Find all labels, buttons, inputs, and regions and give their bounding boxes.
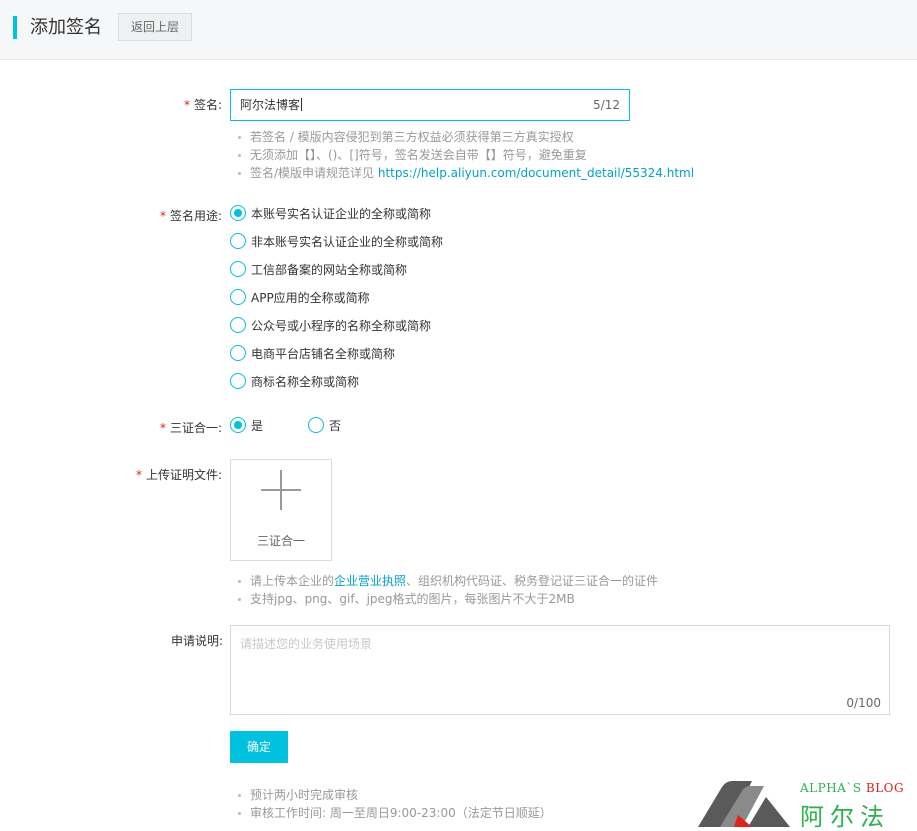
tip-item: 签名/模版申请规范详见 https://help.aliyun.com/docu… [236,164,694,182]
upload-label: * 上传证明文件: [136,468,223,482]
tip-item: 请上传本企业的企业营业执照、组织机构代码证、税务登记证三证合一的证件 [236,572,658,590]
confirm-button[interactable]: 确定 [230,731,288,763]
three-in-one-label: * 三证合一: [160,421,223,435]
usage-option-3[interactable]: APP应用的全称或简称 [230,288,370,306]
upload-tips: 请上传本企业的企业营业执照、组织机构代码证、税务登记证三证合一的证件 支持jpg… [236,572,658,608]
tip-item: 无须添加【】、()、[]符号，签名发送会自带【】符号，避免重复 [236,146,694,164]
description-textarea[interactable]: 请描述您的业务使用场景 0/100 [230,625,890,715]
alpha-logo-icon [698,781,790,827]
radio-icon [230,289,246,305]
radio-icon [308,417,324,433]
back-button[interactable]: 返回上层 [118,13,193,41]
usage-option-2[interactable]: 工信部备案的网站全称或简称 [230,260,407,278]
tip-item: 预计两小时完成审核 [236,786,552,804]
required-mark: * [160,209,166,223]
spec-doc-link[interactable]: https://help.aliyun.com/document_detail/… [378,166,694,180]
watermark-cn: 阿尔法 [800,803,890,831]
description-char-count: 0/100 [846,696,881,710]
radio-icon [230,261,246,277]
radio-icon [230,317,246,333]
watermark-en: ALPHA`S BLOG [800,781,905,795]
tip-item: 审核工作时间: 周一至周日9:00-23:00（法定节日顺延） [236,804,552,822]
usage-option-4[interactable]: 公众号或小程序的名称全称或简称 [230,316,431,334]
radio-icon [230,373,246,389]
radio-checked-icon [230,417,246,433]
usage-option-0[interactable]: 本账号实名认证企业的全称或简称 [230,204,431,222]
signature-tips: 若签名 / 模版内容侵犯到第三方权益必须获得第三方真实授权 无须添加【】、()、… [236,128,694,182]
radio-icon [230,233,246,249]
required-mark: * [136,468,142,482]
description-label: 申请说明: [171,634,224,648]
business-license-link[interactable]: 企业营业执照 [334,574,406,588]
signature-input-value: 阿尔法博客 [240,98,303,112]
usage-option-6[interactable]: 商标名称全称或简称 [230,372,359,390]
signature-label: * 签名: [184,98,223,112]
upload-certificate-button[interactable]: 三证合一 [230,459,332,561]
page-header: 添加签名 返回上层 [0,0,917,60]
radio-icon [230,345,246,361]
required-mark: * [184,98,190,112]
signature-input[interactable]: 阿尔法博客 5/12 [230,89,630,121]
radio-checked-icon [230,205,246,221]
plus-icon [261,470,301,510]
three-in-one-no[interactable]: 否 [308,416,341,434]
three-in-one-yes[interactable]: 是 [230,416,263,434]
usage-label: * 签名用途: [160,209,223,223]
required-mark: * [160,421,166,435]
text-caret [301,98,303,111]
usage-option-1[interactable]: 非本账号实名认证企业的全称或简称 [230,232,443,250]
upload-box-label: 三证合一 [256,534,305,548]
review-tips: 预计两小时完成审核 审核工作时间: 周一至周日9:00-23:00（法定节日顺延… [236,786,552,822]
alpha-blog-watermark: ALPHA`S BLOG 阿尔法 [690,775,912,831]
tip-item: 支持jpg、png、gif、jpeg格式的图片，每张图片不大于2MB [236,590,658,608]
tip-item: 若签名 / 模版内容侵犯到第三方权益必须获得第三方真实授权 [236,128,694,146]
description-placeholder: 请描述您的业务使用场景 [240,637,373,651]
usage-option-5[interactable]: 电商平台店铺名全称或简称 [230,344,395,362]
page-title: 添加签名 [30,17,102,38]
title-accent-bar [13,16,17,39]
signature-char-count: 5/12 [593,98,620,112]
